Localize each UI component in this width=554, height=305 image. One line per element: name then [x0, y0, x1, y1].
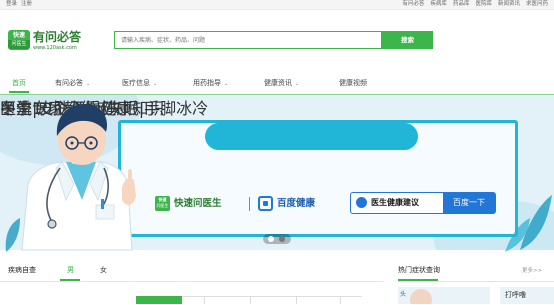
baidu-search-box[interactable]: 医生健康建议 百度一下	[350, 192, 496, 214]
main-nav: 首页 有问必答 ⌄ 医疗信息 ⌄ 用药指导 ⌄ 健康资讯 ⌄ 健康视频	[0, 74, 554, 94]
login-link[interactable]: 登录	[6, 1, 17, 7]
logo-badge-top: 快速	[12, 32, 25, 39]
baidu-search-button[interactable]: 百度一下	[443, 193, 495, 213]
nav-item-label: 用药指导	[193, 79, 221, 87]
top-bar-account: 登录 注册	[6, 0, 36, 9]
top-link[interactable]: 有问必答	[402, 1, 424, 7]
banner-title-pill	[205, 123, 418, 150]
nav-item-health-news[interactable]: 健康资讯 ⌄	[264, 74, 299, 94]
hot-section-divider	[398, 281, 554, 282]
brand-logo-badge: 快速 问医生	[155, 196, 170, 211]
grid-divider	[340, 296, 341, 304]
chevron-down-icon: ⌄	[153, 81, 158, 87]
nav-item-medication[interactable]: 用药指导 ⌄	[193, 74, 228, 94]
chevron-down-icon: ⌄	[86, 81, 91, 87]
carousel-dot-active[interactable]	[268, 236, 274, 242]
top-bar: 登录 注册 有问必答 疾病库 药品库 医院库 新闻资讯 求医问药	[0, 0, 554, 10]
nav-item-health-video[interactable]: 健康视频	[339, 74, 367, 94]
tab-male[interactable]: 男	[67, 265, 74, 275]
banner-subtitle-right: 甲流|皮肤干燥|失眠|手脚冰冷	[0, 99, 209, 118]
symptom-label: 头	[400, 291, 407, 298]
hot-symptoms-more-link[interactable]: 更多>>	[522, 266, 542, 276]
carousel-dot[interactable]	[279, 236, 285, 242]
brand-name-baidu: 百度健康	[277, 198, 316, 209]
baidu-health-icon	[258, 196, 273, 211]
baidu-paw-icon	[356, 197, 367, 208]
top-link[interactable]: 医院库	[475, 1, 492, 7]
grid-divider	[250, 296, 251, 304]
nav-item-home[interactable]: 首页	[9, 74, 29, 94]
search-box	[114, 31, 383, 49]
brand-name-kuaisu: 快速问医生	[174, 198, 222, 209]
body-part-selected[interactable]	[136, 296, 182, 304]
grid-divider	[204, 296, 205, 304]
nav-item-medical-info[interactable]: 医疗信息 ⌄	[122, 74, 157, 94]
logo-badge-bottom: 问医生	[8, 40, 30, 49]
top-link[interactable]: 求医问药	[526, 1, 548, 7]
site-logo-name[interactable]: 有问必答	[33, 30, 81, 44]
nav-item-label: 有问必答	[55, 79, 83, 87]
brand-divider	[249, 197, 250, 211]
advice-label: 医生健康建议	[371, 198, 419, 207]
symptom-card-headache[interactable]: 头	[398, 287, 490, 304]
top-link[interactable]: 药品库	[453, 1, 470, 7]
nav-item-label: 医疗信息	[122, 79, 150, 87]
disease-self-check-title: 疾病自查	[8, 266, 36, 274]
top-link[interactable]: 疾病库	[430, 1, 447, 7]
top-link[interactable]: 新闻资讯	[498, 1, 520, 7]
site-logo-badge[interactable]: 快速 问医生	[8, 30, 30, 50]
symptom-label: 打呼噜	[505, 291, 526, 299]
register-link[interactable]: 注册	[21, 1, 32, 7]
nav-item-label: 健康视频	[339, 79, 367, 87]
site-logo-url: www.120ask.com	[33, 45, 77, 51]
grid-divider	[296, 296, 297, 304]
search-button[interactable]: 搜索	[382, 31, 433, 49]
symptom-card-snoring[interactable]: 打呼噜	[500, 287, 554, 304]
tab-female[interactable]: 女	[100, 265, 107, 275]
chevron-down-icon: ⌄	[224, 81, 229, 87]
symptom-image	[410, 289, 432, 304]
nav-item-label: 健康资讯	[264, 79, 292, 87]
top-bar-links: 有问必答 疾病库 药品库 医院库 新闻资讯 求医问药	[396, 0, 548, 9]
nav-active-underline	[9, 91, 29, 93]
nav-item-qa[interactable]: 有问必答 ⌄	[55, 74, 90, 94]
carousel-indicator	[263, 234, 291, 244]
search-input[interactable]	[115, 32, 383, 48]
brand-badge-bottom: 问医生	[156, 203, 169, 208]
nav-item-label: 首页	[12, 79, 26, 87]
chevron-down-icon: ⌄	[295, 81, 300, 87]
hot-symptoms-title: 热门症状查询	[398, 266, 440, 274]
section-divider	[0, 281, 384, 282]
